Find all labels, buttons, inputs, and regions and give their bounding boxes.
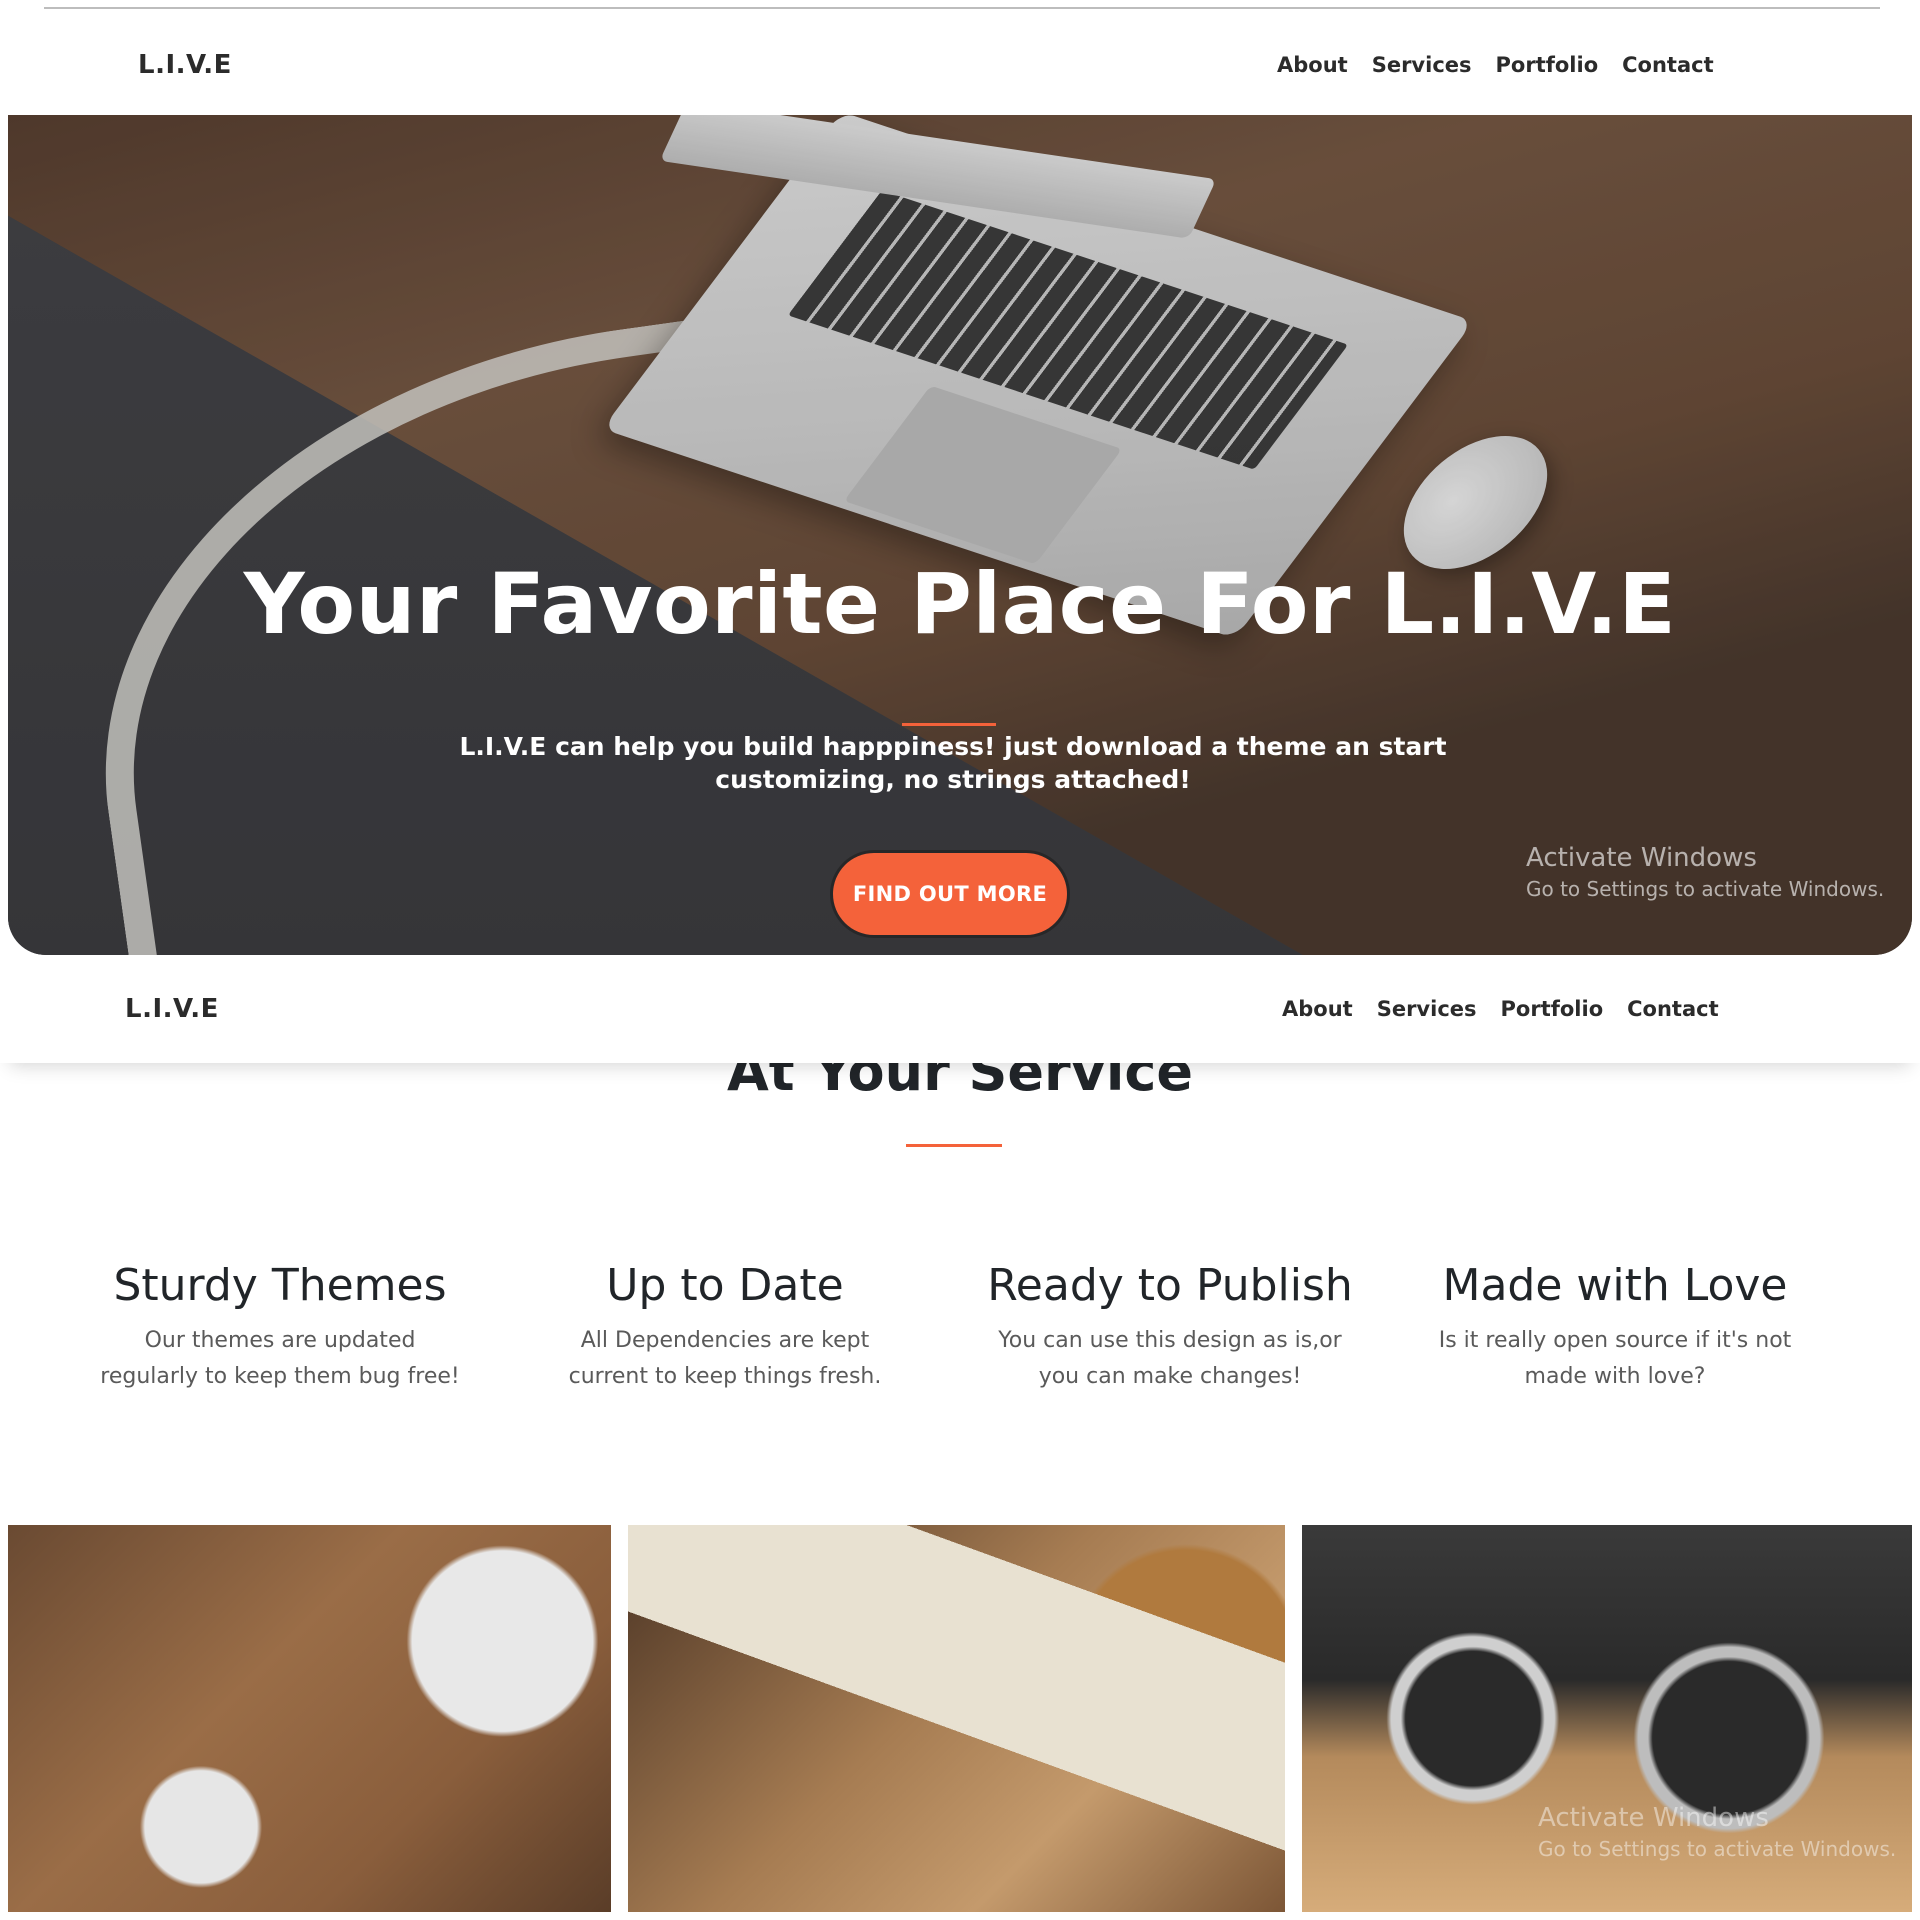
- service-text: You can use this design as is,or you can…: [998, 1328, 1342, 1389]
- service-text: Is it really open source if it's not mad…: [1438, 1328, 1792, 1389]
- nav-link-portfolio[interactable]: Portfolio: [1501, 997, 1604, 1021]
- top-navbar: L.I.V.E About Services Portfolio Contact: [0, 10, 1920, 120]
- service-title: Sturdy Themes: [113, 1260, 447, 1311]
- hero-divider: [902, 723, 996, 726]
- nav-link-contact[interactable]: Contact: [1627, 997, 1719, 1021]
- nav-links: About Services Portfolio Contact: [1277, 53, 1714, 77]
- brand-logo[interactable]: L.I.V.E: [138, 50, 232, 80]
- nav-link-services[interactable]: Services: [1372, 53, 1472, 77]
- watermark-line2: Go to Settings to activate Windows.: [1526, 877, 1885, 901]
- service-item: Made with Love Is it really open source …: [1405, 1260, 1825, 1395]
- service-text: Our themes are updated regularly to keep…: [100, 1328, 460, 1389]
- service-item: Up to Date All Dependencies are kept cur…: [515, 1260, 935, 1395]
- watermark-line1: Activate Windows: [1526, 843, 1757, 873]
- window-top-border: [44, 7, 1880, 9]
- activate-windows-watermark: Activate Windows Go to Settings to activ…: [1526, 843, 1884, 901]
- nav-link-services[interactable]: Services: [1377, 997, 1477, 1021]
- activate-windows-watermark: Activate Windows Go to Settings to activ…: [1538, 1803, 1896, 1861]
- hero-overlay: [8, 115, 1912, 955]
- watermark-line1: Activate Windows: [1538, 1803, 1769, 1833]
- hero-section: Your Favorite Place For L.I.V.E L.I.V.E …: [8, 115, 1912, 955]
- service-item: Sturdy Themes Our themes are updated reg…: [70, 1260, 490, 1395]
- portfolio-item-notebook[interactable]: [628, 1525, 1285, 1912]
- service-item: Ready to Publish You can use this design…: [960, 1260, 1380, 1395]
- services-divider: [906, 1144, 1002, 1147]
- hero-title: Your Favorite Place For L.I.V.E: [243, 555, 1677, 653]
- brand-logo[interactable]: L.I.V.E: [125, 994, 219, 1024]
- nav-link-about[interactable]: About: [1282, 997, 1353, 1021]
- service-title: Ready to Publish: [987, 1260, 1353, 1311]
- sticky-navbar: L.I.V.E About Services Portfolio Contact: [0, 955, 1920, 1063]
- service-text: All Dependencies are kept current to kee…: [568, 1328, 882, 1389]
- services-section: Sturdy Themes Our themes are updated reg…: [0, 1260, 1920, 1410]
- service-title: Made with Love: [1442, 1260, 1788, 1311]
- nav-link-portfolio[interactable]: Portfolio: [1496, 53, 1599, 77]
- service-title: Up to Date: [606, 1260, 844, 1311]
- nav-links: About Services Portfolio Contact: [1282, 997, 1719, 1021]
- watermark-line2: Go to Settings to activate Windows.: [1538, 1837, 1897, 1861]
- find-out-more-button[interactable]: FIND OUT MORE: [833, 853, 1067, 935]
- nav-link-contact[interactable]: Contact: [1622, 53, 1714, 77]
- nav-link-about[interactable]: About: [1277, 53, 1348, 77]
- portfolio-item-flatlay[interactable]: [8, 1525, 611, 1912]
- portfolio-item-cameras[interactable]: Activate Windows Go to Settings to activ…: [1302, 1525, 1912, 1912]
- hero-lead-text: L.I.V.E can help you build happpiness! j…: [459, 732, 1447, 794]
